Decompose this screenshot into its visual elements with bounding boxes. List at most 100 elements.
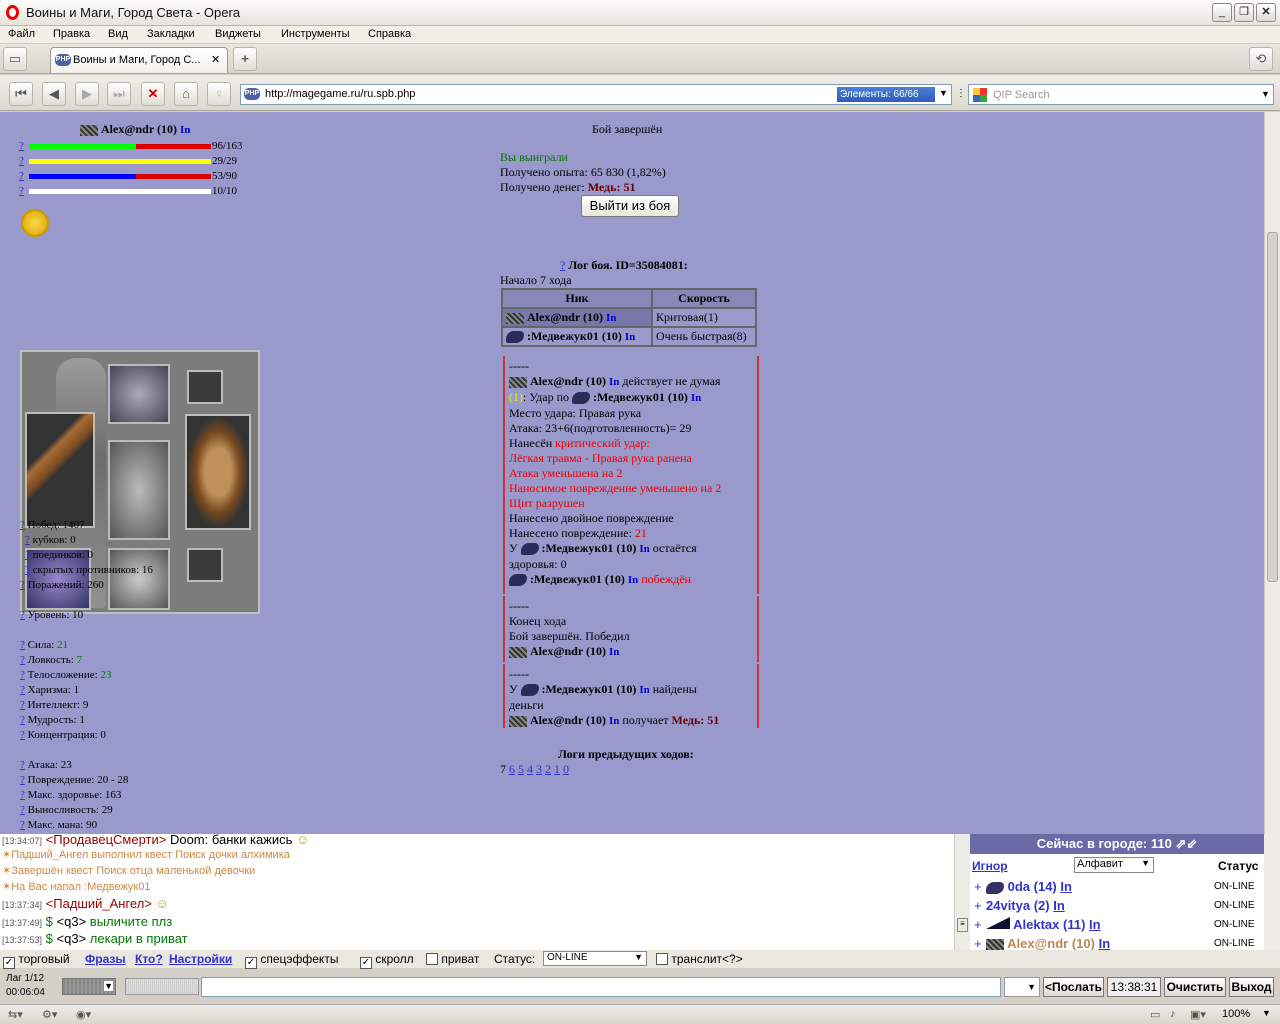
chat-nick[interactable]: <q3> (53, 931, 87, 946)
clear-button[interactable]: Очистить (1164, 977, 1226, 997)
forward-icon[interactable]: ▶ (75, 82, 99, 106)
address-bar[interactable]: PHP http://magegame.ru/ru.spb.php Элемен… (240, 84, 952, 105)
settings-link[interactable]: Настройки (169, 952, 232, 966)
exit-button[interactable]: Выход (1229, 977, 1274, 997)
fast-forward-icon[interactable]: ⏭ (107, 82, 131, 106)
stat-bar-fill (29, 144, 136, 149)
smiley-select[interactable]: ▼ (1004, 977, 1040, 997)
target-field[interactable] (125, 978, 199, 995)
page-link[interactable]: 6 (509, 762, 515, 776)
panel-icon[interactable]: ▭ (1150, 1008, 1160, 1021)
online-user-row[interactable]: + Alektax (11) In ON-LINE (970, 915, 1264, 934)
phrases-link[interactable]: Фразы (85, 952, 126, 966)
private-checkbox[interactable]: приват (426, 952, 479, 966)
ring-slot[interactable] (187, 548, 223, 582)
speaker-icon[interactable]: ♪ (1170, 1008, 1176, 1020)
trash-icon[interactable]: ⟲ (1249, 47, 1273, 71)
tab-close-icon[interactable]: ✕ (211, 53, 220, 66)
online-user-row[interactable]: + 0da (14) In ON-LINE (970, 877, 1264, 896)
settings-icon[interactable]: ⚙▾ (42, 1008, 57, 1021)
menu-view[interactable]: Вид (108, 28, 128, 40)
boots-slot[interactable] (108, 548, 170, 610)
amulet-slot[interactable] (187, 370, 223, 404)
tab-active[interactable]: PHP Воины и Маги, Город С... ✕ (50, 47, 228, 73)
stat-cups: ? кубков: 0 (25, 534, 76, 546)
bear-avatar-icon (520, 543, 539, 556)
scroll-checkbox[interactable]: ✓ скролл (360, 952, 414, 969)
translit-checkbox[interactable]: транслит<?> (656, 952, 743, 966)
log-block-attack: ----- Alex@ndr (10) In действует не дума… (503, 356, 759, 594)
page-link[interactable]: 1 (554, 762, 560, 776)
user-avatar-icon (986, 881, 1004, 894)
globe-icon[interactable]: ◉▾ (76, 1008, 91, 1021)
search-box[interactable]: QIP Search ▼ (968, 84, 1274, 105)
color-select[interactable]: ▼ (62, 978, 116, 995)
menu-file[interactable]: Файл (8, 28, 35, 40)
page-link[interactable]: 4 (527, 762, 533, 776)
page-scrollbar[interactable] (1264, 112, 1280, 834)
scroll-thumb[interactable] (1267, 232, 1278, 582)
view-icon[interactable]: ▣▾ (1190, 1008, 1206, 1021)
page-link[interactable]: 2 (545, 762, 551, 776)
wand-icon[interactable]: ♀ (207, 82, 231, 106)
menu-widgets[interactable]: Виджеты (215, 28, 261, 40)
menu-tools[interactable]: Инструменты (281, 28, 350, 40)
help-link[interactable]: ? (19, 185, 24, 197)
panel-toggle-icon[interactable]: ▭ (3, 47, 27, 71)
sync-icon[interactable]: ⇆▾ (8, 1008, 23, 1021)
page-link[interactable]: 3 (536, 762, 542, 776)
home-icon[interactable]: ⌂ (174, 82, 198, 106)
rewind-icon[interactable]: ⏮ (9, 82, 33, 106)
zoom-level[interactable]: 100% (1222, 1008, 1250, 1020)
effects-checkbox[interactable]: ✓ спецэффекты (245, 952, 338, 969)
chevron-down-icon[interactable]: ▼ (1261, 89, 1270, 99)
chat-system-line: ✶На Вас напал :Медвежук01 (2, 881, 151, 893)
chat-nick[interactable]: <Падший_Ангел> (46, 896, 152, 911)
menu-icon[interactable]: ≡ (957, 918, 968, 932)
chat-nick[interactable]: <q3> (53, 914, 87, 929)
stat-bar-label: 96/163 (212, 140, 243, 152)
stop-icon[interactable]: ✕ (141, 82, 165, 106)
stat-losses: ? Поражений: 260 (20, 579, 104, 591)
new-tab-button[interactable]: + (233, 47, 257, 71)
menu-bookmarks[interactable]: Закладки (147, 28, 195, 40)
arrows-icon[interactable]: ⇗⇙ (1175, 836, 1197, 851)
back-icon[interactable]: ◀ (42, 82, 66, 106)
chat-nick[interactable]: <ПродавецСмерти> (46, 834, 167, 847)
page-link[interactable]: 0 (563, 762, 569, 776)
address-input[interactable]: http://magegame.ru/ru.spb.php (265, 88, 415, 100)
col-nick: Ник (501, 288, 653, 309)
menu-edit[interactable]: Правка (53, 28, 90, 40)
shield-slot[interactable] (185, 414, 251, 530)
chat-scrollbar[interactable]: ≡ (954, 834, 970, 950)
status-select[interactable]: ON-LINE ▼ (543, 951, 647, 966)
trade-checkbox[interactable]: ✓ торговый (3, 952, 70, 969)
exit-battle-button[interactable]: Выйти из боя (581, 195, 679, 217)
close-button[interactable]: ✕ (1256, 3, 1276, 22)
page-link[interactable]: 5 (518, 762, 524, 776)
help-link[interactable]: ? (20, 519, 25, 531)
search-input[interactable]: QIP Search (993, 89, 1050, 101)
battle-won: Вы выиграли (500, 150, 568, 164)
help-link[interactable]: ? (560, 258, 565, 272)
sort-select[interactable]: Алфавит ▼ (1074, 857, 1154, 873)
menu-help[interactable]: Справка (368, 28, 411, 40)
minimize-button[interactable]: _ (1212, 3, 1232, 22)
weapon-slot[interactable] (25, 412, 95, 528)
online-scrollbar[interactable] (1264, 834, 1280, 950)
armor-slot[interactable] (108, 440, 170, 540)
helmet-slot[interactable] (108, 364, 170, 424)
ignore-link[interactable]: Игнор (972, 859, 1008, 873)
chevron-down-icon[interactable]: ▼ (1262, 1008, 1271, 1018)
help-link[interactable]: ? (19, 170, 24, 182)
online-user-row[interactable]: +24vitya (2) In ON-LINE (970, 896, 1264, 915)
send-button[interactable]: <Послать (1043, 977, 1104, 997)
help-link[interactable]: ? (19, 140, 24, 152)
message-input[interactable] (201, 977, 1001, 997)
help-link[interactable]: ? (19, 155, 24, 167)
maximize-button[interactable]: ❐ (1234, 3, 1254, 22)
who-link[interactable]: Кто? (135, 952, 163, 966)
chevron-down-icon[interactable]: ▼ (939, 88, 948, 98)
chat-line: [13:34:07] <ПродавецСмерти> Doom: банки … (2, 834, 310, 847)
player-info-link[interactable]: In (180, 124, 190, 136)
